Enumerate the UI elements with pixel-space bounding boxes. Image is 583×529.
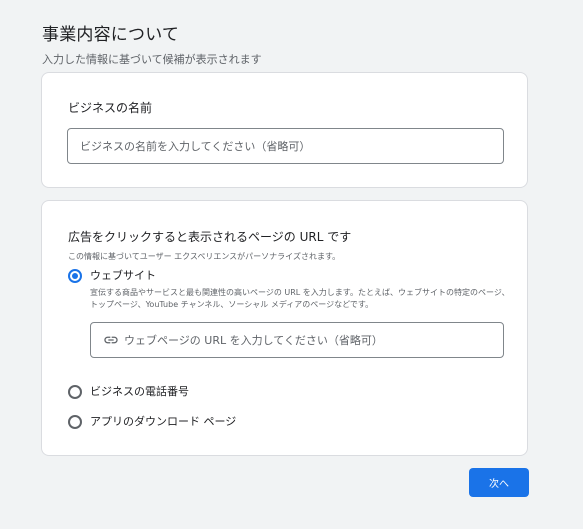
business-name-card: ビジネスの名前 [41, 72, 528, 188]
website-url-field[interactable] [90, 322, 504, 358]
page-subtitle: 入力した情報に基づいて候補が表示されます [42, 53, 262, 66]
page-title: 事業内容について [42, 25, 180, 45]
website-option-description: 宣伝する商品やサービスと最も関連性の高いページの URL を入力します。たとえば… [90, 288, 510, 309]
app-download-option[interactable]: アプリのダウンロード ページ [68, 415, 236, 429]
destination-section-title: 広告をクリックすると表示されるページの URL です [68, 230, 352, 244]
business-name-input[interactable] [67, 128, 504, 164]
page-header: 事業内容について 入力した情報に基づいて候補が表示されます [42, 20, 262, 67]
website-option[interactable]: ウェブサイト [68, 269, 156, 283]
phone-radio[interactable] [68, 385, 82, 399]
link-icon [104, 336, 118, 344]
website-radio[interactable] [68, 269, 82, 283]
destination-section-description: この情報に基づいてユーザー エクスペリエンスがパーソナライズされます。 [68, 252, 341, 261]
next-button[interactable]: 次へ [469, 468, 529, 497]
business-name-label: ビジネスの名前 [68, 101, 153, 115]
phone-option-label: ビジネスの電話番号 [90, 385, 189, 398]
destination-url-card: 広告をクリックすると表示されるページの URL です この情報に基づいてユーザー… [41, 200, 528, 456]
website-url-input[interactable] [124, 333, 503, 347]
phone-option[interactable]: ビジネスの電話番号 [68, 385, 189, 399]
app-download-option-label: アプリのダウンロード ページ [90, 415, 237, 428]
website-option-label: ウェブサイト [90, 269, 156, 282]
app-download-radio[interactable] [68, 415, 82, 429]
